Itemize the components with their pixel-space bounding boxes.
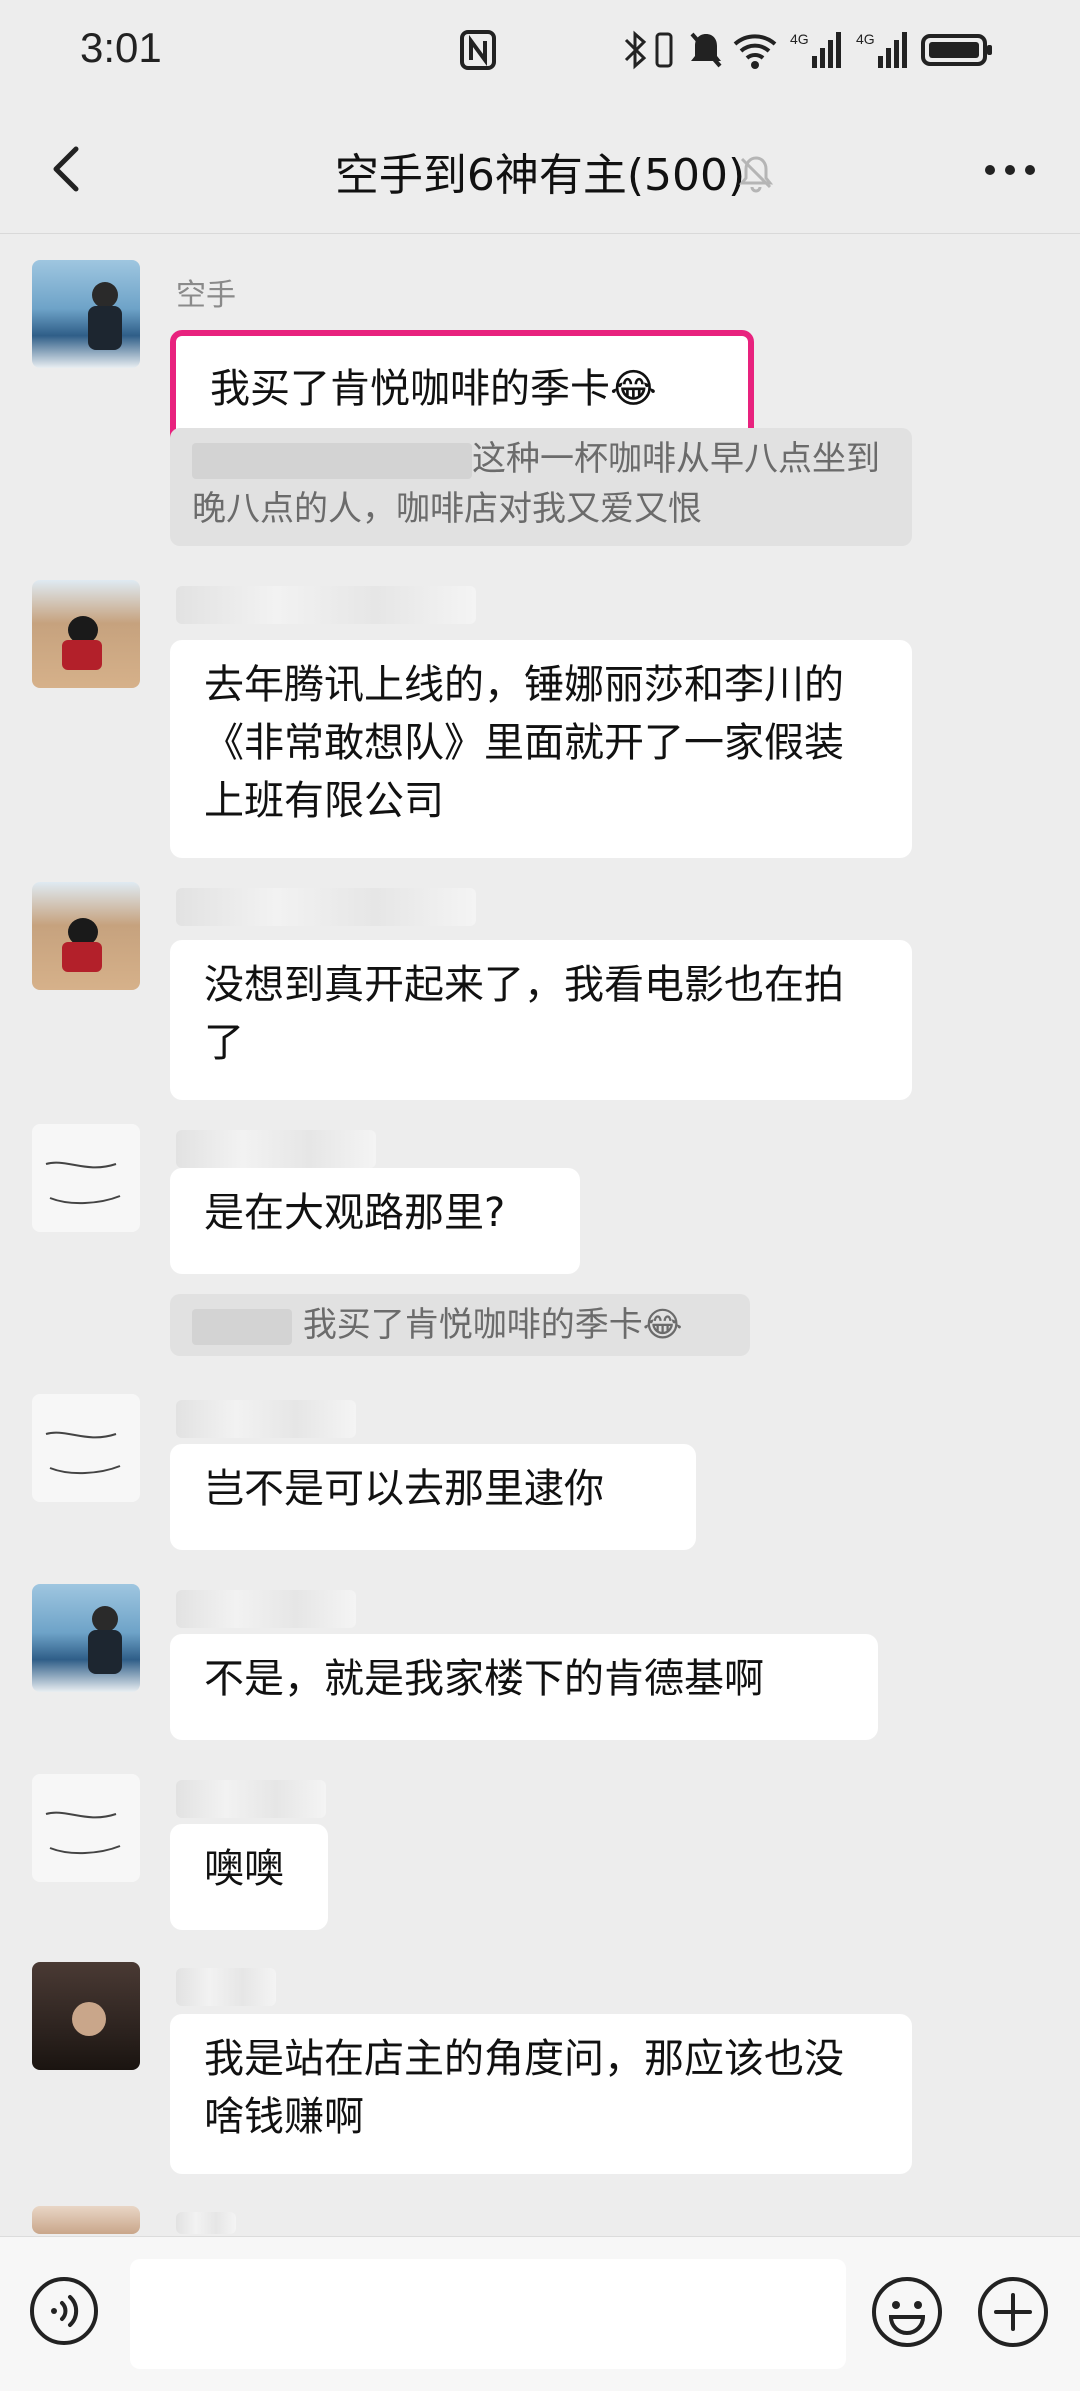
plus-icon[interactable]: [976, 2275, 1050, 2349]
message-bubble[interactable]: 没想到真开起来了，我看电影也在拍了: [170, 940, 912, 1100]
svg-text:4G: 4G: [790, 31, 809, 47]
blurred-sender-name: [176, 1780, 326, 1818]
avatar[interactable]: [32, 882, 140, 990]
message-bubble[interactable]: 不是，就是我家楼下的肯德基啊: [170, 1634, 878, 1740]
message-bubble[interactable]: 我是站在店主的角度问，那应该也没啥钱赚啊: [170, 2014, 912, 2174]
message-bubble[interactable]: 噢噢: [170, 1824, 328, 1930]
message-bubble[interactable]: 是在大观路那里?: [170, 1168, 580, 1274]
svg-text:4G: 4G: [856, 31, 875, 47]
message-input[interactable]: [130, 2259, 846, 2369]
avatar[interactable]: [32, 260, 140, 368]
quote-bubble[interactable]: 这种一杯咖啡从早八点坐到晚八点的人，咖啡店对我又爱又恨: [170, 428, 912, 546]
blurred-sender-name: [176, 586, 476, 624]
blurred-sender-name: [176, 1130, 376, 1168]
blurred-quote-author: [192, 442, 472, 479]
sketch-avatar-icon: [45, 1161, 121, 1205]
quote-bubble[interactable]: 我买了肯悦咖啡的季卡😂: [170, 1294, 750, 1356]
blurred-sender-name: [176, 2212, 236, 2234]
muted-bell-icon: [738, 156, 774, 193]
wifi-icon: [733, 34, 777, 69]
chat-header: 空手到6神有主(500): [0, 105, 1080, 234]
blurred-sender-name: [176, 888, 476, 926]
avatar[interactable]: [32, 580, 140, 688]
voice-icon[interactable]: [28, 2275, 100, 2347]
chat-title: 空手到6神有主(500): [334, 150, 746, 201]
avatar[interactable]: [32, 1584, 140, 1692]
status-time: 3:01: [80, 24, 162, 71]
message-bubble[interactable]: 去年腾讯上线的，锤娜丽莎和李川的《非常敢想队》里面就开了一家假装上班有限公司: [170, 640, 912, 858]
blurred-quote-author: [192, 1308, 292, 1345]
battery-icon: [921, 34, 992, 66]
input-bar: [0, 2236, 1080, 2391]
more-icon[interactable]: [980, 145, 1040, 195]
message-bubble[interactable]: 岂不是可以去那里逮你: [170, 1444, 696, 1550]
sender-name: 空手: [176, 278, 236, 313]
bluetooth-icon: [624, 30, 647, 70]
avatar[interactable]: [32, 1394, 140, 1502]
emoji-icon[interactable]: [870, 2275, 944, 2349]
vibrate-icon: [655, 32, 673, 68]
signal-4g-icon: 4G: [790, 31, 841, 68]
signal-4g-icon: 4G: [856, 31, 907, 68]
blurred-sender-name: [176, 1968, 276, 2006]
blurred-sender-name: [176, 1590, 356, 1628]
quote-text: 我买了肯悦咖啡的季卡😂: [302, 1305, 683, 1345]
avatar[interactable]: [32, 1962, 140, 2070]
avatar[interactable]: [32, 2206, 140, 2234]
nfc-icon: [460, 30, 496, 70]
avatar[interactable]: [32, 1774, 140, 1882]
sketch-avatar-icon: [45, 1431, 121, 1475]
status-bar: 3:01 4G 4G: [0, 0, 1080, 105]
avatar[interactable]: [32, 1124, 140, 1232]
sketch-avatar-icon: [45, 1811, 121, 1855]
blurred-sender-name: [176, 1400, 356, 1438]
message-list[interactable]: 空手 我买了肯悦咖啡的季卡😂 这种一杯咖啡从早八点坐到晚八点的人，咖啡店对我又爱…: [0, 234, 1080, 2234]
silent-bell-icon: [690, 32, 722, 68]
